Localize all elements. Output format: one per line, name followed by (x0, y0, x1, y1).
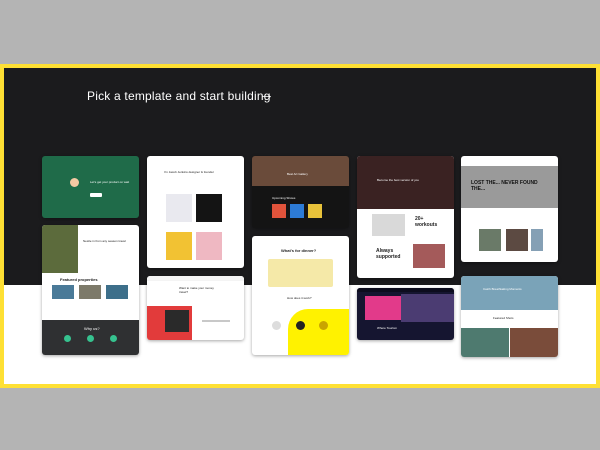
step-icon (319, 321, 328, 330)
hero-image (42, 225, 78, 273)
template-card-lost-found[interactable]: LOST THE... NEVER FOUND THE... (461, 156, 558, 262)
illustration (268, 259, 333, 287)
arrow-right-icon[interactable]: → (259, 86, 274, 104)
template-headline: Let's get your product on wait (90, 180, 130, 184)
template-headline: Where Tourism (377, 326, 398, 330)
property-image (52, 285, 74, 299)
hero-photo (401, 294, 454, 322)
template-headline: I'm Jacob Jenkins designer & founder (164, 170, 214, 174)
section-title: Upcoming Shows (272, 196, 296, 200)
template-headline: Want to make your money travel? (179, 286, 214, 294)
template-card-fitness[interactable]: Become the best version of you 20+ worko… (357, 156, 454, 278)
photo-grid-image (479, 229, 501, 251)
template-headline: Catch Breathtaking Moments (483, 287, 522, 291)
text-line (202, 320, 230, 322)
template-card-breathtaking-moments[interactable]: Catch Breathtaking Moments Featured Shot… (461, 276, 558, 357)
page-title: Pick a template and start building (87, 89, 271, 103)
portfolio-image (196, 194, 222, 222)
show-thumb (308, 204, 322, 218)
show-thumb (272, 204, 286, 218)
hero-image (357, 156, 454, 209)
template-card-money-travel[interactable]: Want to make your money travel? (147, 276, 244, 340)
nav-bar (357, 288, 454, 292)
shot-image (461, 328, 509, 357)
promo-image-inner (165, 310, 189, 332)
property-image (79, 285, 101, 299)
step-icon (272, 321, 281, 330)
template-button (90, 193, 102, 197)
show-thumb (290, 204, 304, 218)
template-headline: What's for dinner? (281, 248, 317, 253)
section-title: How does it work? (287, 296, 312, 300)
section-title: Always supported (376, 248, 401, 260)
feature-icon (110, 335, 117, 342)
shot-image (510, 328, 558, 357)
template-card-dinner[interactable]: What's for dinner? How does it work? (252, 236, 349, 355)
feature-icon (87, 335, 94, 342)
avatar (70, 178, 79, 187)
nav-bar (147, 276, 244, 281)
portfolio-image (166, 232, 192, 260)
template-card-designer-portfolio[interactable]: I'm Jacob Jenkins designer & founder (147, 156, 244, 268)
feature-icon (64, 335, 71, 342)
section-title: Featured properties (60, 277, 98, 282)
stat-label: 20+ workouts (415, 216, 438, 228)
portfolio-image (166, 194, 192, 222)
hero-image (461, 276, 558, 310)
cta-title: Why us? (84, 326, 100, 331)
template-headline: LOST THE... NEVER FOUND THE... (471, 180, 538, 192)
step-icon (296, 321, 305, 330)
yellow-highlight (288, 309, 349, 355)
template-card-art-gallery[interactable]: Best Art Gallery Upcoming Shows (252, 156, 349, 228)
template-card-travel-properties[interactable]: Nestle in from any season travel Feature… (42, 225, 139, 355)
hero-image (252, 156, 349, 186)
photo-grid-image (506, 229, 528, 251)
photo-grid-image (531, 229, 543, 251)
portfolio-image (196, 232, 222, 260)
template-headline: Best Art Gallery (287, 172, 308, 176)
template-card-green-product[interactable]: Let's get your product on wait (42, 156, 139, 218)
template-card-tourism[interactable]: Where Tourism (357, 288, 454, 340)
template-headline: Become the best version of you (377, 178, 420, 182)
workout-image (372, 214, 405, 236)
support-image (413, 244, 445, 268)
section-title: Featured Shots (493, 316, 514, 320)
property-image (106, 285, 128, 299)
template-headline: Nestle in from any season travel (83, 239, 126, 243)
